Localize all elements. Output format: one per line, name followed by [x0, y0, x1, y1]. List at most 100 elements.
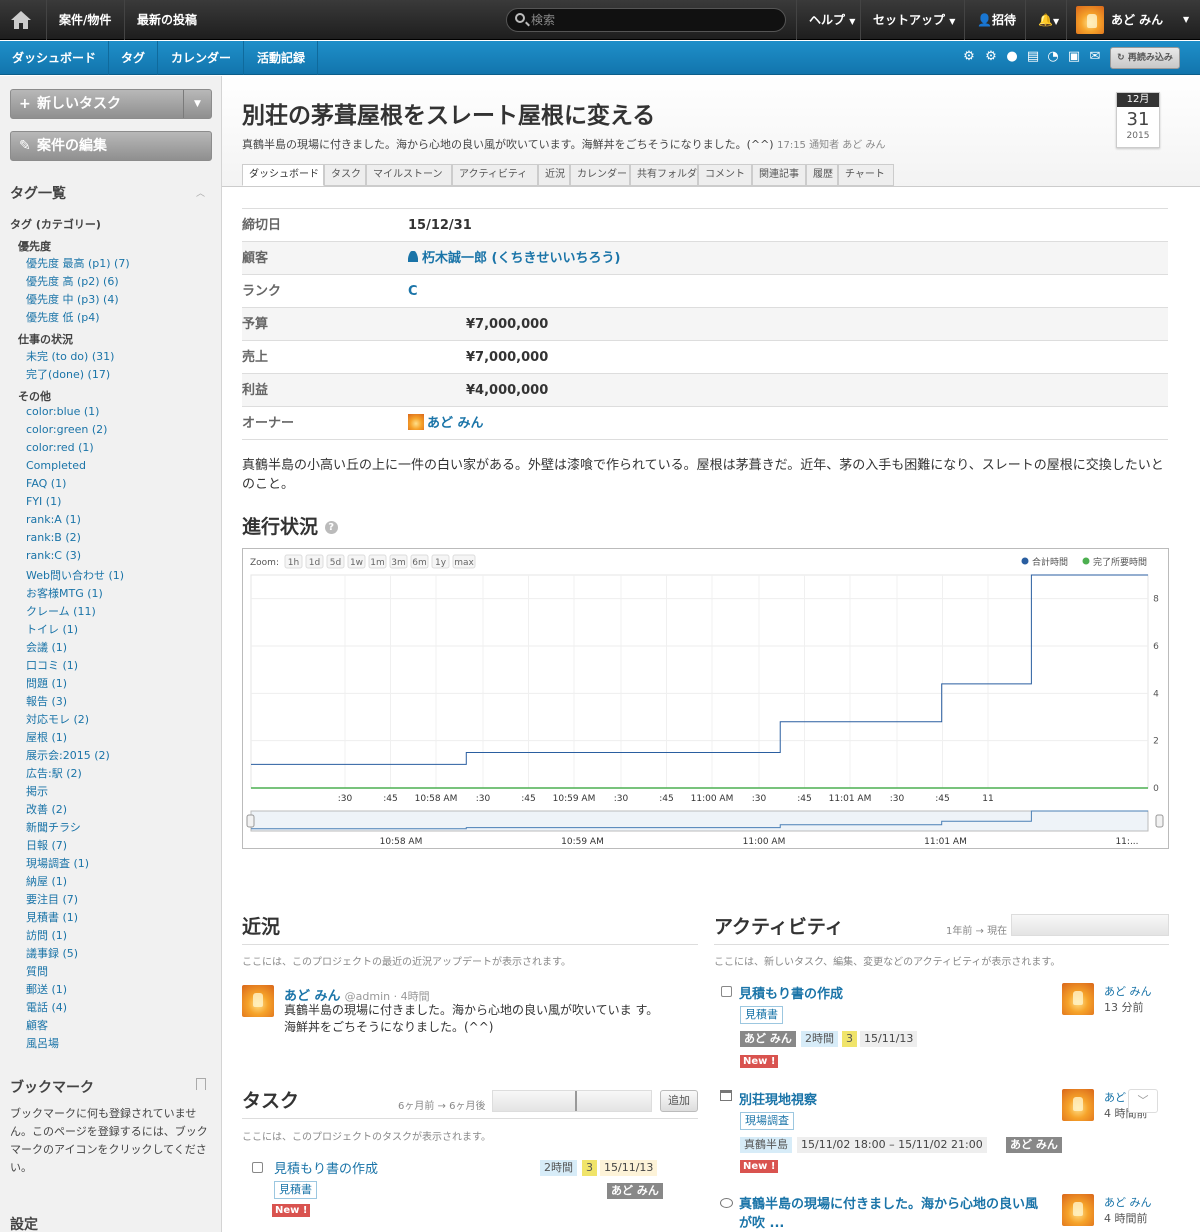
nav-projects[interactable]: 案件/物件 — [46, 0, 123, 40]
detail-value[interactable]: あど みん — [408, 407, 484, 440]
scroll-down-button[interactable]: ﹀ — [1128, 1089, 1158, 1113]
navigator-handle-right[interactable] — [1155, 814, 1164, 828]
avatar[interactable] — [1062, 1089, 1094, 1121]
tag-link[interactable]: 日報 (7) — [26, 837, 67, 853]
tag-link[interactable]: トイレ (1) — [26, 621, 78, 637]
tab-6[interactable]: 共有フォルダ — [630, 164, 698, 186]
task-title[interactable]: 見積もり書の作成 — [274, 1158, 378, 1177]
tag-link[interactable]: rank:C (3) — [26, 549, 81, 562]
print-icon[interactable]: ▤ — [1026, 50, 1040, 64]
tab-2[interactable]: マイルストーン — [366, 164, 452, 186]
avatar[interactable] — [1062, 983, 1094, 1015]
progress-chart[interactable]: Zoom: 1h 1d 5d 1w 1m 3m 6m 1y max 合計時間 完了所要時間 0 2 4 6 8:… — [242, 548, 1169, 849]
envelope-icon[interactable]: ✉ — [1088, 50, 1102, 64]
tag-link[interactable]: 訪問 (1) — [26, 927, 67, 943]
tag-link[interactable]: 報告 (3) — [26, 693, 67, 709]
tag-link[interactable]: Completed — [26, 459, 86, 472]
save-icon[interactable]: ▣ — [1067, 50, 1081, 64]
slider-handle[interactable] — [575, 1091, 577, 1111]
tag-link[interactable]: rank:B (2) — [26, 531, 81, 544]
new-task-button[interactable]: + 新しいタスク ▼ — [10, 89, 212, 119]
gears-icon[interactable]: ⚙ — [984, 50, 998, 64]
tag-link[interactable]: 見積書 (1) — [26, 909, 78, 925]
activity-task-title[interactable]: 見積もり書の作成 — [739, 983, 843, 1002]
tab-7[interactable]: コメント — [698, 164, 752, 186]
tag-link[interactable]: color:blue (1) — [26, 405, 99, 418]
tab-10[interactable]: チャート — [838, 164, 894, 186]
detail-value[interactable]: C — [408, 275, 418, 308]
tag-link[interactable]: 改善 (2) — [26, 801, 67, 817]
help-menu[interactable]: ヘルプ ▼ — [796, 0, 867, 40]
tag-link[interactable]: 完了(done) (17) — [26, 366, 110, 382]
setup-menu[interactable]: セットアップ ▼ — [860, 0, 967, 40]
activity-user[interactable]: あど みん — [1104, 1194, 1152, 1210]
tag-link[interactable]: 質問 — [26, 963, 48, 979]
user-icon[interactable]: ● — [1005, 50, 1019, 64]
reload-button[interactable]: ↻ 再読み込み — [1110, 47, 1180, 69]
activity-event-title[interactable]: 別荘現地視察 — [739, 1089, 817, 1108]
gear-icon[interactable]: ⚙ — [962, 50, 976, 64]
tag-link[interactable]: 要注目 (7) — [26, 891, 78, 907]
tag-link[interactable]: 掲示 — [26, 783, 48, 799]
notifications-menu[interactable]: 🔔▼ — [1025, 0, 1071, 40]
tag-link[interactable]: color:red (1) — [26, 441, 94, 454]
tag-link[interactable]: 展示会:2015 (2) — [26, 747, 110, 763]
dropdown-toggle[interactable]: ▼ — [183, 90, 211, 118]
task-tag[interactable]: 見積書 — [274, 1181, 317, 1199]
tag-link[interactable]: 優先度 低 (p4) — [26, 309, 100, 325]
tag-link[interactable]: クレーム (11) — [26, 603, 96, 619]
tab-8[interactable]: 関連記事 — [752, 164, 806, 186]
tag-link[interactable]: 屋根 (1) — [26, 729, 67, 745]
search-input[interactable] — [531, 9, 781, 31]
tag-link[interactable]: Web問い合わせ (1) — [26, 567, 124, 583]
subnav-tags[interactable]: タグ — [109, 41, 159, 75]
tag-link[interactable]: 顧客 — [26, 1017, 48, 1033]
tag-link[interactable]: 口コミ (1) — [26, 657, 78, 673]
help-icon[interactable]: ? — [324, 521, 338, 534]
nav-recent-posts[interactable]: 最新の投稿 — [124, 0, 209, 40]
tag-link[interactable]: 郵送 (1) — [26, 981, 67, 997]
edit-project-button[interactable]: ✎ 案件の編集 — [10, 131, 212, 161]
tag-link[interactable]: rank:A (1) — [26, 513, 81, 526]
activity-user[interactable]: あど みん — [1104, 983, 1152, 999]
tag-link[interactable]: 未完 (to do) (31) — [26, 348, 114, 364]
subnav-calendar[interactable]: カレンダー — [159, 41, 245, 75]
tab-0[interactable]: ダッシュボード — [242, 164, 324, 186]
tag-link[interactable]: 会議 (1) — [26, 639, 67, 655]
tab-5[interactable]: カレンダー — [570, 164, 630, 186]
tag-link[interactable]: FYI (1) — [26, 495, 61, 508]
detail-value[interactable]: 朽木誠一郎 (くちきせいいちろう) — [408, 242, 620, 275]
tag-link[interactable]: 広告:駅 (2) — [26, 765, 82, 781]
activity-post-title[interactable]: 真鶴半島の現場に付きました。海から心地の良い風が吹 ... — [739, 1195, 1049, 1232]
tab-9[interactable]: 履歴 — [806, 164, 838, 186]
invite-button[interactable]: 👤招待 — [964, 0, 1028, 40]
tag-link[interactable]: 風呂場 — [26, 1035, 59, 1051]
activity-checkbox[interactable] — [721, 986, 732, 997]
bookmark-icon[interactable] — [196, 1078, 206, 1090]
avatar[interactable] — [242, 985, 274, 1017]
avatar[interactable] — [1062, 1194, 1094, 1226]
tag-link[interactable]: 納屋 (1) — [26, 873, 67, 889]
subnav-activity-log[interactable]: 活動記録 — [245, 41, 319, 75]
activity-user[interactable]: あど — [1104, 1089, 1126, 1105]
tasks-range-slider[interactable] — [492, 1090, 652, 1112]
tag-link[interactable]: お客様MTG (1) — [26, 585, 103, 601]
tab-3[interactable]: アクティビティ — [452, 164, 538, 186]
navigator-handle-left[interactable] — [246, 814, 255, 828]
home-icon[interactable] — [10, 10, 32, 30]
add-button[interactable]: 追加 — [660, 1090, 698, 1112]
tag-link[interactable]: 優先度 中 (p3) (4) — [26, 291, 119, 307]
tab-4[interactable]: 近況 — [538, 164, 570, 186]
search-box[interactable] — [506, 8, 786, 32]
subnav-dashboard[interactable]: ダッシュボード — [0, 41, 110, 75]
tag-link[interactable]: 電話 (4) — [26, 999, 67, 1015]
activity-tag[interactable]: 見積書 — [740, 1006, 783, 1024]
tag-link[interactable]: 現場調査 (1) — [26, 855, 89, 871]
user-menu[interactable]: あど みん ▼ — [1066, 0, 1200, 40]
task-checkbox[interactable] — [252, 1162, 263, 1173]
tag-link[interactable]: FAQ (1) — [26, 477, 66, 490]
tag-link[interactable]: 議事録 (5) — [26, 945, 78, 961]
tag-link[interactable]: 優先度 最高 (p1) (7) — [26, 255, 130, 271]
activity-range-slider[interactable] — [1011, 914, 1169, 936]
tag-link[interactable]: 優先度 高 (p2) (6) — [26, 273, 119, 289]
